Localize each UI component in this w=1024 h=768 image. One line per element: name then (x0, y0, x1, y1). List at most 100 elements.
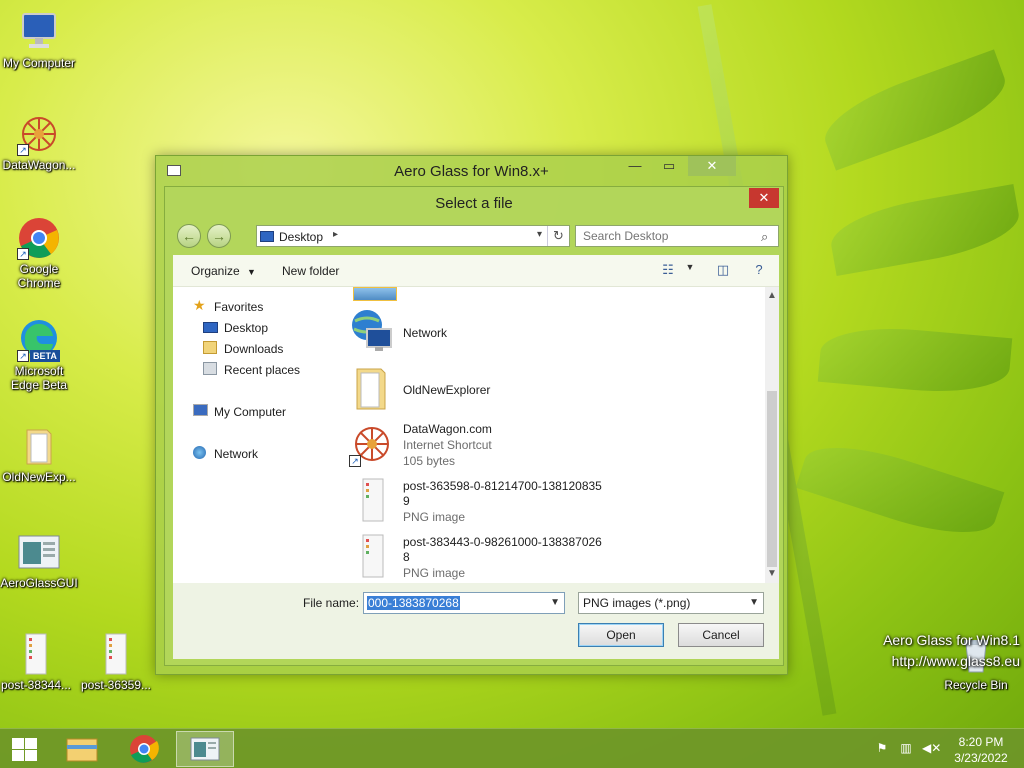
scroll-down-icon[interactable]: ▼ (765, 567, 779, 581)
desktop-icon-label: Google Chrome (17, 262, 61, 290)
desktop-icon-post-38344[interactable]: post-38344... (0, 632, 76, 692)
desktop-icon-label: AeroGlassGUI (0, 576, 78, 590)
chevron-down-icon[interactable]: ▼ (749, 597, 759, 608)
watermark-line-1: Aero Glass for Win8.1 (883, 632, 1020, 648)
nav-recent-places[interactable]: Recent places (224, 363, 300, 377)
close-button[interactable]: ✕ (688, 156, 736, 176)
address-dropdown-icon[interactable]: ▾ (537, 229, 542, 240)
scrollbar-thumb[interactable] (767, 391, 777, 567)
recent-places-icon (203, 362, 217, 375)
file-name-input[interactable]: 000-1383870268 ▼ (363, 592, 565, 614)
background-leaf (817, 321, 1013, 399)
system-clock[interactable]: 8:20 PM 3/23/2022 (946, 734, 1016, 766)
folder-icon (17, 424, 61, 468)
star-icon: ★ (193, 297, 206, 313)
address-location: Desktop (279, 230, 324, 244)
clock-time: 8:20 PM (958, 735, 1004, 749)
chevron-down-icon[interactable]: ▼ (550, 597, 560, 608)
partial-item-icon (353, 287, 397, 301)
file-name-label: File name: (303, 596, 360, 610)
preview-pane-icon[interactable]: ◫ (714, 262, 732, 278)
shortcut-arrow-icon: ↗ (349, 455, 361, 467)
address-bar[interactable]: Desktop ▸ ▾ ↻ (256, 225, 570, 247)
desktop-icon-post-36359[interactable]: post-36359... (76, 632, 156, 692)
nav-my-computer[interactable]: My Computer (214, 405, 286, 419)
chrome-icon (130, 735, 159, 763)
desktop-icon-datawagon[interactable]: ↗ DataWagon... (0, 112, 79, 172)
background-leaf (815, 49, 1015, 171)
dialog-close-button[interactable]: ✕ (749, 188, 779, 208)
desktop-icon-edge-beta[interactable]: ↗ BETA Microsoft Edge Beta (0, 318, 79, 392)
file-name: Network (403, 326, 448, 340)
desktop-icon-my-computer[interactable]: My Computer (0, 10, 79, 70)
navigation-pane: ★ Favorites Desktop Downloads Recent pla… (173, 287, 343, 583)
list-item[interactable]: ↗ DataWagon.com Internet Shortcut 105 by… (343, 421, 753, 473)
forward-button[interactable]: → (207, 224, 231, 248)
outer-window-titlebar[interactable]: Aero Glass for Win8.x+ — ▭ ✕ (156, 156, 787, 186)
desktop-icon-oldnewexplorer[interactable]: OldNewExp... (0, 424, 79, 484)
background-leaf (795, 430, 1005, 550)
chrome-icon: ↗ (17, 216, 61, 260)
file-name-value: 000-1383870268 (367, 596, 460, 610)
list-item[interactable]: Network (343, 307, 753, 357)
png-file-icon (94, 632, 138, 676)
nav-desktop[interactable]: Desktop (224, 321, 268, 335)
datawagon-logo-icon: ↗ (17, 112, 61, 156)
list-item[interactable]: post-363598-0-81214700-138120835 9 PNG i… (343, 477, 753, 529)
scroll-up-icon[interactable]: ▲ (765, 289, 779, 303)
list-item[interactable]: post-383443-0-98261000-138387026 8 PNG i… (343, 533, 753, 583)
dialog-body: ★ Favorites Desktop Downloads Recent pla… (173, 287, 779, 583)
desktop-folder-icon (260, 231, 274, 242)
search-icon[interactable]: ⌕ (761, 229, 768, 245)
file-size: 105 bytes (403, 454, 456, 468)
shortcut-arrow-icon: ↗ (17, 350, 29, 362)
new-folder-button[interactable]: New folder (282, 264, 339, 278)
organize-button[interactable]: Organize ▼ (191, 264, 256, 278)
breadcrumb-chevron-icon[interactable]: ▸ (333, 229, 338, 240)
search-input[interactable] (575, 225, 779, 247)
file-name-continued: 9 (403, 494, 410, 508)
view-dropdown-icon[interactable]: ▼ (681, 262, 699, 278)
desktop-icon-label: My Computer (2, 56, 76, 70)
file-type-value: PNG images (*.png) (583, 596, 691, 610)
desktop-icon-label: DataWagon... (2, 158, 76, 172)
file-explorer-icon (66, 738, 98, 762)
dialog-footer: File name: 000-1383870268 ▼ PNG images (… (173, 583, 779, 659)
refresh-icon[interactable]: ↻ (547, 226, 569, 246)
shortcut-arrow-icon: ↗ (17, 144, 29, 156)
minimize-button[interactable]: — (620, 156, 650, 176)
datawagon-logo-icon: ↗ (349, 421, 395, 467)
taskbar-aeroglassgui[interactable] (176, 731, 234, 767)
help-icon[interactable]: ? (750, 262, 768, 278)
toolbar: Organize ▼ New folder ☷ ▼ ◫ ? (173, 255, 779, 287)
open-button[interactable]: Open (578, 623, 664, 647)
desktop-icon-label: post-36359... (80, 678, 152, 692)
back-button[interactable]: ← (177, 224, 201, 248)
nav-network[interactable]: Network (214, 447, 258, 461)
taskbar-file-explorer[interactable] (54, 731, 112, 767)
change-view-icon[interactable]: ☷ (659, 262, 677, 278)
taskbar-chrome[interactable] (115, 731, 173, 767)
desktop-icon-google-chrome[interactable]: ↗ Google Chrome (0, 216, 79, 290)
nav-downloads[interactable]: Downloads (224, 342, 283, 356)
maximize-button[interactable]: ▭ (654, 156, 684, 176)
shortcut-arrow-icon: ↗ (17, 248, 29, 260)
computer-icon (193, 404, 208, 416)
action-center-flag-icon[interactable]: ⚑ (874, 741, 890, 755)
file-type: PNG image (403, 510, 466, 524)
png-file-icon (14, 632, 58, 676)
start-button[interactable] (10, 737, 38, 763)
file-name: post-363598-0-81214700-138120835 (403, 479, 602, 493)
taskbar: ⚑ ▥ ◀✕ 8:20 PM 3/23/2022 (0, 728, 1024, 768)
network-globe-icon (349, 307, 395, 353)
file-type-select[interactable]: PNG images (*.png) ▼ (578, 592, 764, 614)
vertical-scrollbar[interactable]: ▲ ▼ (765, 287, 779, 583)
select-file-dialog: Select a file ✕ ← → Desktop ▸ ▾ ↻ ⌕ Orga… (164, 186, 784, 666)
list-item[interactable]: OldNewExplorer (343, 365, 753, 415)
volume-muted-icon[interactable]: ◀✕ (922, 741, 941, 755)
cancel-button[interactable]: Cancel (678, 623, 764, 647)
desktop-icon-aeroglassgui[interactable]: AeroGlassGUI (0, 530, 79, 590)
nav-favorites[interactable]: Favorites (214, 300, 263, 314)
network-tray-icon[interactable]: ▥ (898, 741, 914, 755)
file-name: OldNewExplorer (403, 383, 491, 397)
